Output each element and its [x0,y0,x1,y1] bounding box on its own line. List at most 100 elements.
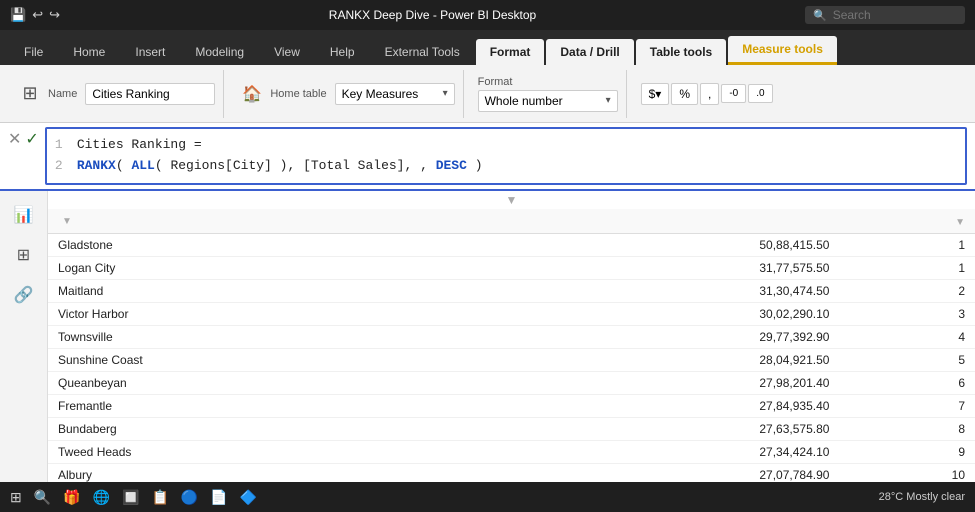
formula-bar: ✕ ✓ 1 Cities Ranking = 2 RANKX( ALL( Reg… [0,123,975,191]
measure-icon: ⊞ [16,80,44,108]
decimal-increase-button[interactable]: .0 [748,84,772,103]
col-rank-header[interactable]: ▼ [839,209,975,234]
sidebar-model-icon[interactable]: 🔗 [8,279,40,311]
cell-sales: 31,77,575.50 [474,257,840,280]
cell-city: Queanbeyan [48,372,474,395]
home-icon: 🏠 [238,80,266,108]
statusbar-icon-app1[interactable]: 🔲 [122,489,139,506]
comma-button[interactable]: , [700,83,719,105]
home-table-section: 🏠 Home table Key Measures ▾ [230,70,463,118]
search-icon: 🔍 [813,9,827,22]
name-label: Name [48,88,77,100]
table-row: Logan City 31,77,575.50 1 [48,257,975,280]
tab-view[interactable]: View [260,39,314,65]
tab-insert[interactable]: Insert [121,39,179,65]
col-city-header[interactable]: ▼ [48,209,474,234]
search-input[interactable] [833,8,933,22]
col-sales-header[interactable] [474,209,840,234]
city-sort-arrow: ▼ [62,216,72,227]
formula-confirm-button[interactable]: ✓ [25,129,38,149]
formula-editor[interactable]: 1 Cities Ranking = 2 RANKX( ALL( Regions… [45,127,967,185]
cell-city: Victor Harbor [48,303,474,326]
titlebar: 💾 ↩ ↪ RANKX Deep Dive - Power BI Desktop… [0,0,975,30]
cell-rank: 3 [839,303,975,326]
statusbar-icon-edge[interactable]: 🌐 [93,489,110,506]
titlebar-window-icons[interactable]: 💾 ↩ ↪ [10,7,60,23]
cell-rank: 1 [839,234,975,257]
cell-city: Sunshine Coast [48,349,474,372]
cell-rank: 2 [839,280,975,303]
statusbar-icon-search[interactable]: 🔍 [34,489,51,506]
statusbar-icon-app3[interactable]: 🔵 [181,489,198,506]
data-table-area: ▼ ▼ ▼ Gladst [48,191,975,482]
cell-sales: 27,84,935.40 [474,395,840,418]
table-body: Gladstone 50,88,415.50 1 Logan City 31,7… [48,234,975,483]
cell-city: Fremantle [48,395,474,418]
cell-sales: 29,77,392.90 [474,326,840,349]
home-table-arrow: ▾ [443,88,448,99]
tab-external-tools[interactable]: External Tools [371,39,474,65]
dollar-button[interactable]: $▾ [641,83,670,105]
cell-sales: 50,88,415.50 [474,234,840,257]
statusbar-icon-windows[interactable]: ⊞ [10,489,22,506]
cell-city: Albury [48,464,474,483]
home-table-dropdown[interactable]: Key Measures ▾ [335,83,455,105]
scroll-indicator-top: ▼ [48,191,975,209]
tab-help[interactable]: Help [316,39,369,65]
tab-data-drill[interactable]: Data / Drill [546,39,633,65]
save-icon[interactable]: 💾 [10,7,26,23]
cell-rank: 5 [839,349,975,372]
statusbar: ⊞ 🔍 🎁 🌐 🔲 📋 🔵 📄 🔷 28°C Mostly clear [0,482,975,512]
cell-city: Logan City [48,257,474,280]
cell-sales: 27,98,201.40 [474,372,840,395]
formula-line-2: 2 RANKX( ALL( Regions[City] ), [Total Sa… [55,156,957,177]
table-header: ▼ ▼ [48,209,975,234]
cell-city: Maitland [48,280,474,303]
formula-line1-text: Cities Ranking = [77,135,202,156]
rank-sort-arrow: ▼ [955,217,965,228]
sidebar-data-icon[interactable]: ⊞ [8,239,40,271]
tab-modeling[interactable]: Modeling [181,39,258,65]
format-label: Format [478,76,513,88]
formula-line2-content: RANKX( ALL( Regions[City] ), [Total Sale… [77,156,483,177]
table-row: Queanbeyan 27,98,201.40 6 [48,372,975,395]
name-section: ⊞ Name [8,70,224,118]
statusbar-icon-app5[interactable]: 🔷 [240,489,257,506]
format-dropdown[interactable]: Whole number ▾ [478,90,618,112]
tab-home[interactable]: Home [59,39,119,65]
statusbar-icon-app4[interactable]: 📄 [210,489,227,506]
statusbar-icon-app2[interactable]: 📋 [151,489,168,506]
table-row: Victor Harbor 30,02,290.10 3 [48,303,975,326]
line-number-1: 1 [55,135,69,156]
cell-rank: 4 [839,326,975,349]
titlebar-search-box[interactable]: 🔍 [805,6,965,24]
cell-rank: 7 [839,395,975,418]
table-row: Maitland 31,30,474.50 2 [48,280,975,303]
undo-icon[interactable]: ↩ [32,7,43,23]
sidebar-report-icon[interactable]: 📊 [8,199,40,231]
statusbar-icon-store[interactable]: 🎁 [63,489,80,506]
measure-name-input[interactable] [85,83,215,105]
percent-button[interactable]: % [671,83,698,105]
cell-sales: 31,30,474.50 [474,280,840,303]
decimal-decrease-button[interactable]: -0 [721,84,746,103]
formula-cancel-button[interactable]: ✕ [8,129,21,149]
tab-format[interactable]: Format [476,39,545,65]
table-row: Albury 27,07,784.90 10 [48,464,975,483]
all-keyword: ALL [131,158,154,173]
redo-icon[interactable]: ↪ [49,7,60,23]
main-area: 📊 ⊞ 🔗 ▼ ▼ ▼ [0,191,975,482]
cell-city: Bundaberg [48,418,474,441]
cell-sales: 30,02,290.10 [474,303,840,326]
cell-sales: 27,07,784.90 [474,464,840,483]
format-section: Format Whole number ▾ [470,70,627,118]
tab-file[interactable]: File [10,39,57,65]
cell-city: Townsville [48,326,474,349]
cell-sales: 28,04,921.50 [474,349,840,372]
tab-measure-tools[interactable]: Measure tools [728,36,837,65]
tab-table-tools[interactable]: Table tools [636,39,726,65]
table-row: Fremantle 27,84,935.40 7 [48,395,975,418]
home-table-value: Key Measures [342,87,419,101]
statusbar-right: 28°C Mostly clear [879,491,965,503]
cell-city: Gladstone [48,234,474,257]
